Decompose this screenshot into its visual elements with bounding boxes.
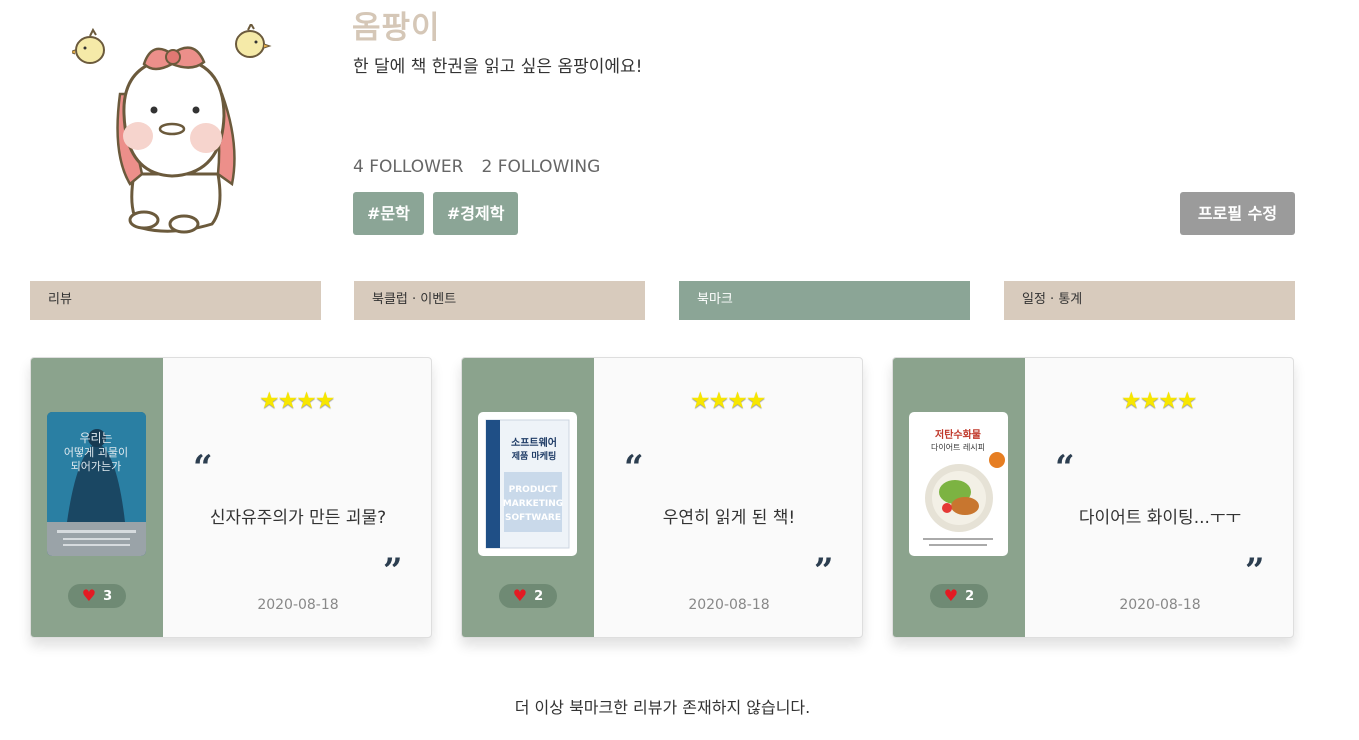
review-title[interactable]: 다이어트 화이팅...ㅜㅜ (1025, 503, 1293, 528)
svg-text:다이어트 레시피: 다이어트 레시피 (931, 442, 985, 452)
like-button[interactable]: ♥ 3 (68, 584, 126, 608)
chick-left-icon (68, 27, 105, 64)
svg-text:어떻게 괴물이: 어떻게 괴물이 (64, 446, 128, 459)
profile-name: 옴팡이 (352, 10, 441, 46)
edit-profile-button[interactable]: 프로필 수정 (1180, 192, 1295, 235)
review-date: 2020-08-18 (1119, 597, 1201, 613)
tag-economics[interactable]: #경제학 (432, 192, 519, 235)
tab-bookmarks[interactable]: 북마크 (679, 281, 970, 320)
close-quote-icon: ” (1245, 551, 1265, 591)
svg-text:PRODUCT: PRODUCT (509, 485, 559, 495)
review-title[interactable]: 신자유주의가 만든 괴물? (163, 503, 431, 528)
book-cover-image: 소프트웨어 제품 마케팅 PRODUCT MARKETING SOFTWARE (478, 412, 577, 556)
book-cover[interactable]: 저탄수화물 다이어트 레시피 (909, 412, 1008, 556)
tab-reviews[interactable]: 리뷰 (30, 281, 321, 320)
heart-icon: ♥ (943, 586, 959, 605)
heart-icon: ♥ (81, 586, 97, 605)
like-button[interactable]: ♥ 2 (930, 584, 988, 608)
like-count: 2 (534, 588, 544, 604)
tab-bookclub-events[interactable]: 북클럽 · 이벤트 (354, 281, 645, 320)
following-count[interactable]: 2 FOLLOWING (481, 157, 600, 177)
star-rating: ★★★★ (1121, 388, 1197, 414)
star-rating: ★★★★ (690, 388, 766, 414)
open-quote-icon: “ (624, 448, 644, 488)
book-cover[interactable]: 우리는 어떻게 괴물이 되어가는가 (47, 412, 146, 556)
svg-text:되어가는가: 되어가는가 (71, 460, 122, 473)
review-card[interactable]: 우리는 어떻게 괴물이 되어가는가 ♥ 3 ★★★★ “ 신자유주의가 만든 괴… (30, 357, 432, 638)
book-cover-image: 저탄수화물 다이어트 레시피 (909, 412, 1008, 556)
tab-schedule-stats[interactable]: 일정 · 통계 (1004, 281, 1295, 320)
chick-character-illustration (68, 21, 272, 234)
profile-avatar (68, 21, 277, 238)
heart-icon: ♥ (512, 586, 528, 605)
svg-text:저탄수화물: 저탄수화물 (935, 428, 981, 441)
no-more-bookmarks-message: 더 이상 북마크한 리뷰가 존재하지 않습니다. (514, 698, 811, 717)
follow-stats: 4 FOLLOWER 2 FOLLOWING (353, 157, 600, 177)
review-date: 2020-08-18 (257, 597, 339, 613)
card-side-panel: 소프트웨어 제품 마케팅 PRODUCT MARKETING SOFTWARE … (462, 358, 594, 637)
like-count: 2 (965, 588, 975, 604)
svg-text:우리는: 우리는 (79, 431, 112, 445)
book-cover[interactable]: 소프트웨어 제품 마케팅 PRODUCT MARKETING SOFTWARE (478, 412, 577, 556)
svg-text:소프트웨어: 소프트웨어 (511, 436, 557, 449)
book-cover-image: 우리는 어떻게 괴물이 되어가는가 (47, 412, 146, 556)
review-card[interactable]: 저탄수화물 다이어트 레시피 ♥ 2 ★★★★ “ 다이어트 화이팅...ㅜㅜ … (892, 357, 1294, 638)
card-side-panel: 우리는 어떻게 괴물이 되어가는가 ♥ 3 (31, 358, 163, 637)
review-date: 2020-08-18 (688, 597, 770, 613)
close-quote-icon: ” (383, 551, 403, 591)
svg-text:SOFTWARE: SOFTWARE (505, 513, 561, 523)
card-side-panel: 저탄수화물 다이어트 레시피 ♥ 2 (893, 358, 1025, 637)
follower-count[interactable]: 4 FOLLOWER (353, 157, 463, 177)
open-quote-icon: “ (193, 448, 213, 488)
close-quote-icon: ” (814, 551, 834, 591)
review-title[interactable]: 우연히 읽게 된 책! (594, 503, 862, 528)
like-button[interactable]: ♥ 2 (499, 584, 557, 608)
chick-right-icon (235, 21, 272, 58)
profile-intro: 한 달에 책 한권을 읽고 싶은 옴팡이에요! (353, 57, 643, 77)
star-rating: ★★★★ (259, 388, 335, 414)
tag-literature[interactable]: #문학 (353, 192, 424, 235)
interest-tags: #문학 #경제학 (353, 192, 519, 235)
open-quote-icon: “ (1055, 448, 1075, 488)
review-card[interactable]: 소프트웨어 제품 마케팅 PRODUCT MARKETING SOFTWARE … (461, 357, 863, 638)
svg-text:제품 마케팅: 제품 마케팅 (512, 450, 557, 462)
svg-text:MARKETING: MARKETING (503, 499, 563, 509)
like-count: 3 (103, 588, 113, 604)
